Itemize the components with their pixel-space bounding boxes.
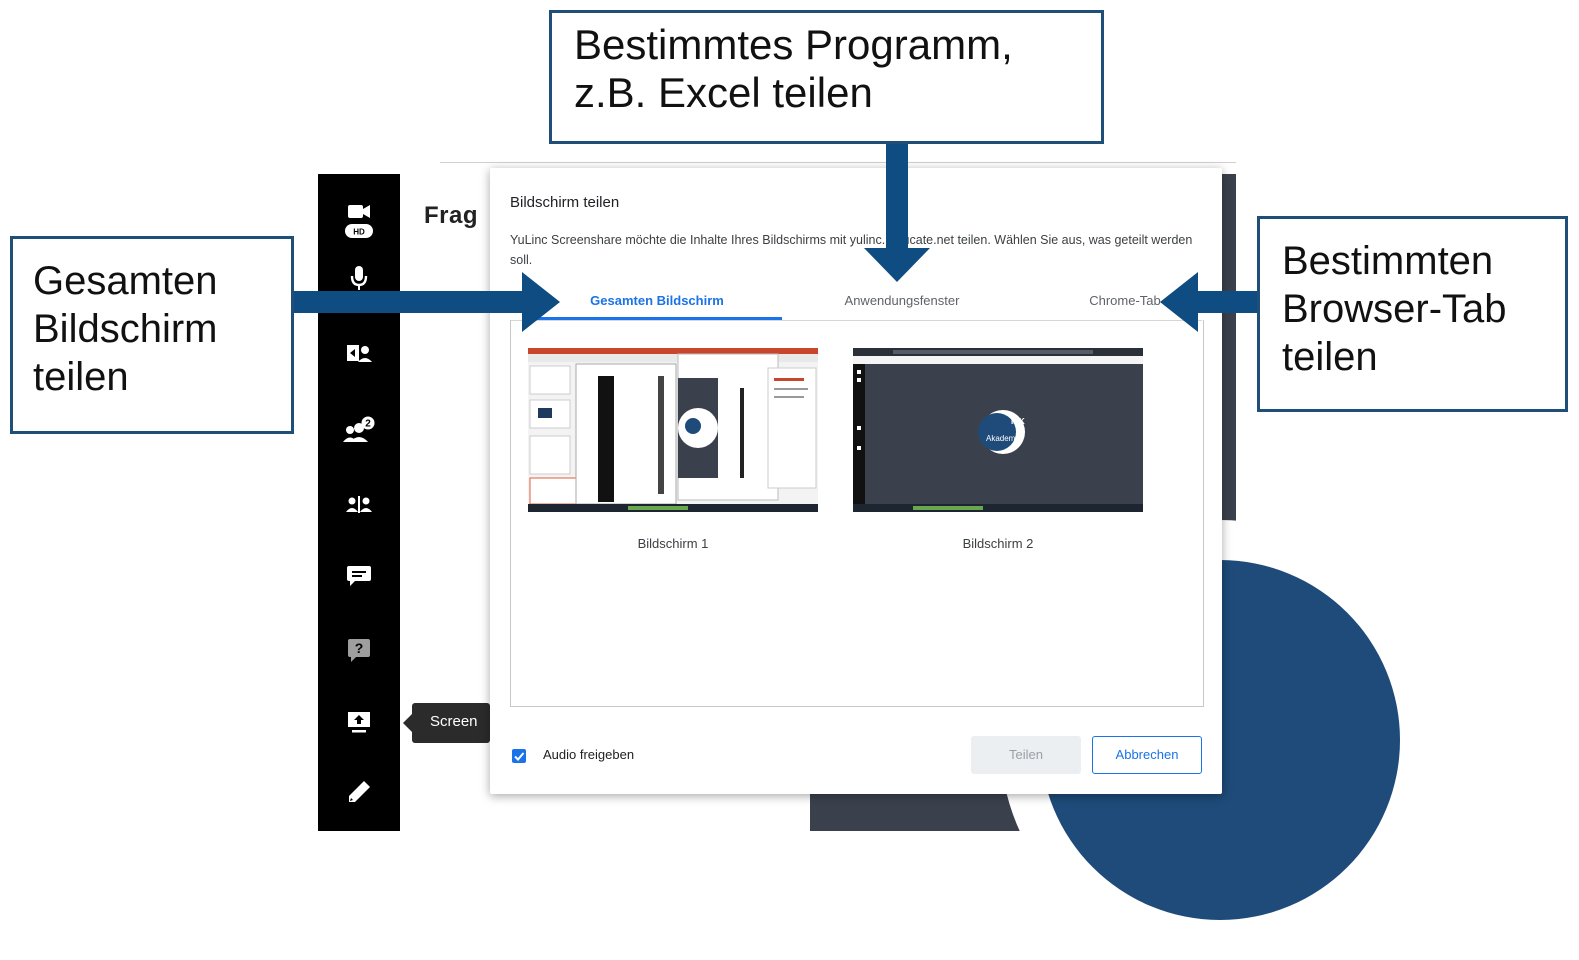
tab-chrome-tab[interactable]: Chrome-Tab bbox=[1030, 284, 1220, 320]
cancel-button[interactable]: Abbrechen bbox=[1092, 736, 1202, 774]
tooltip: Screen bbox=[403, 703, 490, 743]
audio-label[interactable]: Audio freigeben bbox=[543, 747, 634, 762]
microphone-button[interactable] bbox=[318, 258, 400, 298]
breakout-button[interactable] bbox=[318, 484, 400, 524]
participants-button[interactable]: 2 bbox=[318, 410, 400, 450]
camera-button[interactable]: HD bbox=[318, 196, 400, 246]
svg-text:?: ? bbox=[355, 640, 364, 656]
switch-presenter-icon bbox=[347, 345, 372, 362]
content-title: Frag bbox=[424, 202, 479, 229]
breakout-icon bbox=[346, 496, 372, 513]
screen-list: Bildschirm 1 IHK Akademie Bildschirm 2 bbox=[510, 320, 1204, 707]
app-top-border bbox=[440, 162, 1236, 163]
question-button[interactable]: ? bbox=[318, 630, 400, 670]
callout-right-line3: teilen bbox=[1282, 335, 1378, 379]
pencil-icon bbox=[349, 781, 370, 802]
screen-2-thumbnail[interactable]: IHK Akademie bbox=[853, 348, 1143, 512]
question-icon: ? bbox=[348, 639, 370, 662]
chat-icon bbox=[347, 566, 371, 586]
share-tabs: Gesamten Bildschirm Anwendungsfenster Ch… bbox=[510, 284, 1202, 321]
screen-2-label: Bildschirm 2 bbox=[962, 536, 1034, 551]
screen-1-thumbnail[interactable] bbox=[528, 348, 818, 512]
share-screen-dialog: Bildschirm teilen YuLinc Screenshare möc… bbox=[490, 168, 1222, 794]
dialog-title: Bildschirm teilen bbox=[510, 194, 620, 211]
screen-1-label: Bildschirm 1 bbox=[637, 536, 709, 551]
callout-application-window: Bestimmtes Programm, z.B. Excel teilen bbox=[549, 10, 1104, 144]
pencil-button[interactable] bbox=[318, 772, 400, 812]
screen-share-icon bbox=[348, 712, 370, 733]
dialog-description: YuLinc Screenshare möchte die Inhalte Ih… bbox=[510, 233, 1193, 267]
callout-top-line2: z.B. Excel teilen bbox=[574, 69, 873, 116]
participants-icon: 2 bbox=[343, 416, 375, 442]
microphone-icon bbox=[350, 266, 368, 290]
switch-presenter-button[interactable] bbox=[318, 334, 400, 374]
callout-right-line1: Bestimmten bbox=[1282, 239, 1494, 283]
callout-browser-tab: Bestimmten Browser-Tab teilen bbox=[1257, 216, 1568, 412]
share-button[interactable]: Teilen bbox=[971, 736, 1081, 774]
camera-icon: HD bbox=[345, 205, 373, 238]
ihk-logo-text: IHK bbox=[1011, 417, 1025, 426]
tab-entire-screen[interactable]: Gesamten Bildschirm bbox=[532, 284, 782, 320]
audio-checkbox[interactable] bbox=[512, 749, 526, 763]
callout-right-line2: Browser-Tab bbox=[1282, 287, 1507, 331]
screen-share-button[interactable] bbox=[318, 702, 400, 742]
screen-2-preview: IHK Akademie bbox=[853, 348, 1143, 512]
participants-count-badge: 2 bbox=[365, 419, 371, 430]
chat-button[interactable] bbox=[318, 556, 400, 596]
hd-badge: HD bbox=[353, 228, 365, 237]
callout-left-line1: Gesamten bbox=[33, 259, 218, 303]
screen-1-preview bbox=[528, 348, 818, 512]
callout-entire-screen: Gesamten Bildschirm teilen bbox=[10, 236, 294, 434]
callout-left-line3: teilen bbox=[33, 355, 129, 399]
tooltip-text: Screen bbox=[430, 713, 478, 730]
callout-left-line2: Bildschirm bbox=[33, 307, 218, 351]
callout-top-line1: Bestimmtes Programm, bbox=[574, 21, 1013, 68]
checkmark-icon bbox=[514, 752, 525, 761]
tab-application-window[interactable]: Anwendungsfenster bbox=[782, 284, 1022, 320]
academy-logo-text: Akademie bbox=[986, 434, 1022, 443]
sidebar: HD 2 ? bbox=[318, 174, 400, 831]
